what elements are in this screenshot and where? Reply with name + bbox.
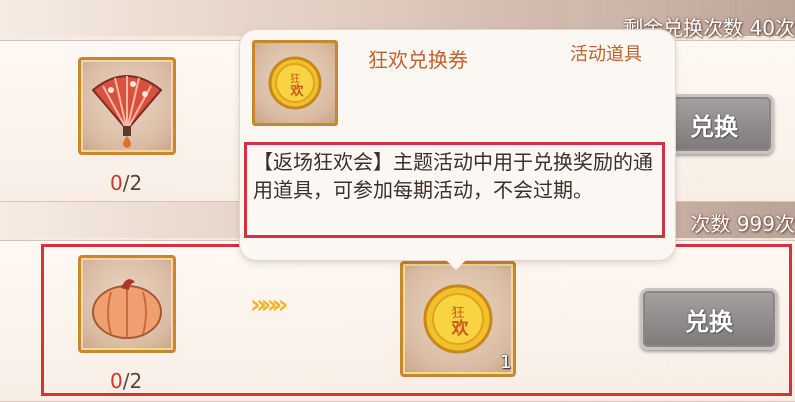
cost-count: 0/2: [110, 171, 143, 195]
folding-fan-icon: [91, 75, 163, 148]
item-tooltip: 狂 欢 狂欢兑换券 活动道具 【返场狂欢会】主题活动中用于兑换奖励的通用道具，可…: [240, 30, 675, 260]
cost-item-slot[interactable]: [78, 57, 176, 155]
highlight-box-row: [41, 244, 792, 396]
tooltip-item-slot: 狂 欢: [252, 40, 338, 126]
tooltip-description: 【返场狂欢会】主题活动中用于兑换奖励的通用道具，可参加每期活动，不会过期。: [244, 142, 665, 238]
tooltip-item-type: 活动道具: [570, 44, 642, 65]
coin-glyph-bottom: 欢: [289, 83, 304, 99]
tooltip-pointer: [444, 258, 468, 270]
carnival-coin-icon: 狂 欢: [268, 56, 322, 110]
remaining-count-label: 次数 999次: [690, 212, 795, 236]
tooltip-item-name: 狂欢兑换券: [368, 48, 468, 72]
